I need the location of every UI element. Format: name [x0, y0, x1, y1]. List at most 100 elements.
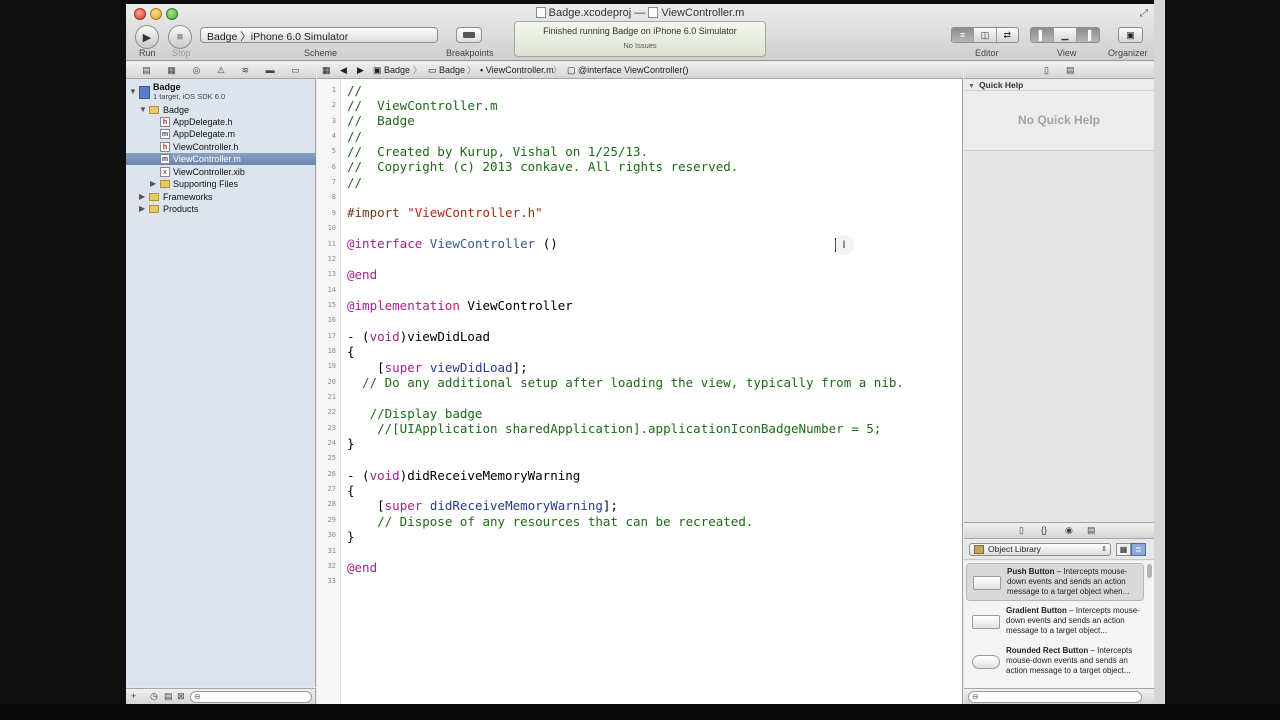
jump-item-file[interactable]: ▪ ViewController.m: [480, 62, 554, 78]
library-selector-row: Object Library ⇕ ▦ ≣: [964, 539, 1154, 560]
line-number: 13: [327, 270, 336, 279]
file-document-icon: [648, 7, 659, 18]
activity-status: Finished running Badge on iPhone 6.0 Sim…: [543, 26, 737, 36]
search-navigator-icon[interactable]: ◎: [192, 65, 200, 76]
jump-item-symbol[interactable]: ▢ @interface ViewController(): [567, 62, 689, 78]
list-view-button[interactable]: ≣: [1131, 543, 1146, 556]
add-icon[interactable]: +: [131, 691, 136, 701]
tree-row-file[interactable]: x ViewController.xib: [126, 166, 316, 178]
library-item[interactable]: Push Button – Intercepts mouse-down even…: [966, 563, 1144, 601]
quick-help-header[interactable]: ▼ Quick Help: [964, 79, 1154, 91]
preprocessor-token: #import: [347, 205, 408, 220]
gradient-button-thumbnail: [972, 615, 1000, 629]
grid-icon: ▦: [1119, 545, 1128, 554]
version-editor-icon[interactable]: ⇄: [997, 28, 1018, 42]
file-inspector-icon[interactable]: ▯: [1044, 65, 1049, 76]
keyword-token: @interface: [347, 236, 430, 251]
toolbar: Badge.xcodeproj — ViewController.m ⤢ ▶ R…: [126, 4, 1154, 61]
stop-label: Stop: [172, 48, 191, 58]
library-filter-field[interactable]: ⊖: [968, 691, 1142, 703]
tree-row-file-selected[interactable]: m ViewController.m: [126, 153, 316, 165]
organizer-label: Organizer: [1108, 48, 1148, 58]
organizer-button[interactable]: ▣: [1118, 27, 1143, 43]
unsaved-files-icon[interactable]: ▤: [164, 691, 173, 702]
source-editor[interactable]: 1 2 3 4 5 6 7 8 9 10 11 12 13 14 15 16 17 18 19 20 21 22 23 24 2…: [317, 79, 963, 704]
disclosure-closed-icon[interactable]: ▶: [150, 178, 156, 190]
media-library-icon[interactable]: ▤: [1087, 525, 1096, 536]
utilities-toggle-icon[interactable]: ▐: [1077, 28, 1099, 42]
line-number: 2: [331, 101, 336, 110]
line-number: 3: [331, 116, 336, 125]
disclosure-open-icon[interactable]: ▼: [139, 104, 147, 116]
library-item[interactable]: Gradient Button – Intercepts mouse-down …: [966, 603, 1144, 641]
inspector-selector-bar: ▯ ▤: [964, 62, 1154, 79]
fullscreen-icon[interactable]: ⤢: [1140, 8, 1148, 19]
forward-arrow-icon[interactable]: ▶: [357, 62, 364, 78]
code-line: - (void)viewDidLoad: [347, 329, 490, 344]
line-number: 8: [331, 193, 336, 202]
stop-button[interactable]: ■: [168, 25, 192, 49]
line-number: 9: [331, 208, 336, 217]
chevron-right-icon: 〉: [467, 65, 477, 75]
project-subtitle: 1 target, iOS SDK 6.0: [153, 92, 226, 101]
recent-files-icon[interactable]: ◷: [150, 691, 158, 702]
standard-editor-icon[interactable]: ≡: [952, 28, 975, 42]
tree-row-group[interactable]: ▶ Products: [126, 203, 316, 215]
code-line: - (void)didReceiveMemoryWarning: [347, 468, 580, 483]
navigator-filter-field[interactable]: ⊖: [190, 691, 312, 703]
run-label: Run: [139, 48, 156, 58]
tree-label: Products: [163, 204, 199, 214]
stop-icon: ■: [176, 31, 184, 43]
title-file: ViewController.m: [661, 7, 745, 19]
icon-view-button[interactable]: ▦: [1116, 543, 1131, 556]
issue-navigator-icon[interactable]: ⚠: [217, 65, 225, 76]
tree-row-group-badge[interactable]: ▼ Badge: [126, 104, 316, 116]
tree-row-group[interactable]: ▶ Frameworks: [126, 191, 316, 203]
scm-status-icon[interactable]: ⊠: [177, 691, 185, 702]
jump-item-group[interactable]: ▭ Badge: [428, 62, 465, 78]
scheme-selector[interactable]: Badge 〉iPhone 6.0 Simulator: [200, 27, 438, 43]
debug-navigator-icon[interactable]: ≋: [242, 65, 250, 76]
log-navigator-icon[interactable]: ▭: [291, 65, 300, 76]
symbol-navigator-icon[interactable]: ▦: [167, 65, 176, 76]
jump-item-project[interactable]: ▣ Badge: [373, 62, 410, 78]
run-button[interactable]: ▶: [135, 25, 159, 49]
breakpoint-navigator-icon[interactable]: ▬: [266, 65, 275, 75]
line-number: 4: [331, 132, 336, 141]
assistant-editor-icon[interactable]: ◫: [974, 28, 997, 42]
tree-row-file[interactable]: h ViewController.h: [126, 141, 316, 153]
related-items-icon[interactable]: ▦: [322, 62, 331, 78]
breakpoint-icon: [463, 32, 475, 38]
keyword-token: void: [369, 329, 400, 344]
disclosure-open-icon[interactable]: ▼: [129, 86, 137, 98]
library-scrollbar[interactable]: [1147, 564, 1152, 578]
line-number: 12: [327, 254, 336, 263]
implementation-file-icon: m: [160, 154, 170, 164]
library-item-text: Gradient Button – Intercepts mouse-down …: [1006, 606, 1142, 635]
object-library-popup[interactable]: Object Library ⇕: [969, 543, 1111, 556]
file-template-library-icon[interactable]: ▯: [1019, 525, 1024, 536]
tree-row-file[interactable]: m AppDelegate.m: [126, 128, 316, 140]
object-library-icon[interactable]: ◉: [1065, 525, 1073, 536]
plain-token: (): [542, 236, 558, 251]
line-number: 24: [327, 439, 336, 448]
project-navigator-icon[interactable]: ▤: [142, 65, 151, 76]
disclosure-closed-icon[interactable]: ▶: [139, 203, 145, 215]
disclosure-closed-icon[interactable]: ▶: [139, 191, 145, 203]
breakpoints-button[interactable]: [456, 27, 482, 43]
debug-area-toggle-icon[interactable]: ▁: [1054, 28, 1077, 42]
tree-row-project[interactable]: ▼ Badge 1 target, iOS SDK 6.0: [126, 82, 316, 104]
plain-token: )didReceiveMemoryWarning: [399, 468, 581, 483]
library-item[interactable]: Rounded Rect Button – Intercepts mouse-d…: [966, 643, 1144, 681]
back-arrow-icon[interactable]: ◀: [340, 62, 347, 78]
navigator-toggle-icon[interactable]: ▌: [1031, 28, 1054, 42]
line-number: 21: [327, 393, 336, 401]
library-item-name: Gradient Button: [1006, 606, 1067, 615]
quick-help-inspector-icon[interactable]: ▤: [1066, 65, 1075, 76]
breakpoints-label: Breakpoints: [446, 48, 494, 58]
disclosure-open-icon: ▼: [968, 83, 975, 90]
tree-row-file[interactable]: h AppDelegate.h: [126, 116, 316, 128]
code-snippet-library-icon[interactable]: {}: [1041, 525, 1047, 535]
tree-row-group[interactable]: ▶ Supporting Files: [126, 178, 316, 190]
activity-view: Finished running Badge on iPhone 6.0 Sim…: [514, 21, 766, 57]
